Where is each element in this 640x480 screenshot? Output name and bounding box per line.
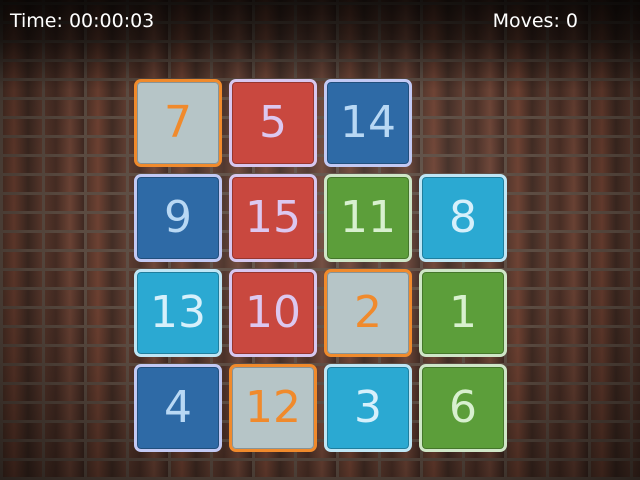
tile-14[interactable]: 14	[324, 79, 412, 167]
tile-3[interactable]: 3	[324, 364, 412, 452]
tile-7[interactable]: 7	[134, 79, 222, 167]
hud-bar: Time: 00:00:03 Moves: 0	[0, 0, 640, 44]
tile-1[interactable]: 1	[419, 269, 507, 357]
tile-number: 2	[354, 287, 382, 338]
tile-number: 11	[340, 192, 396, 243]
tile-number: 7	[164, 97, 192, 148]
tile-number: 1	[449, 287, 477, 338]
tile-number: 9	[164, 192, 192, 243]
tile-10[interactable]: 10	[229, 269, 317, 357]
tile-number: 6	[449, 382, 477, 433]
tile-12[interactable]: 12	[229, 364, 317, 452]
time-readout: Time: 00:00:03	[10, 10, 155, 32]
tile-number: 15	[245, 192, 301, 243]
tile-number: 13	[150, 287, 206, 338]
tile-11[interactable]: 11	[324, 174, 412, 262]
tile-number: 10	[245, 287, 301, 338]
tile-5[interactable]: 5	[229, 79, 317, 167]
tile-4[interactable]: 4	[134, 364, 222, 452]
tile-number: 12	[245, 382, 301, 433]
tile-number: 4	[164, 382, 192, 433]
tile-8[interactable]: 8	[419, 174, 507, 262]
tile-number: 14	[340, 97, 396, 148]
tile-number: 5	[259, 97, 287, 148]
tile-number: 8	[449, 192, 477, 243]
tile-number: 3	[354, 382, 382, 433]
tile-13[interactable]: 13	[134, 269, 222, 357]
tile-9[interactable]: 9	[134, 174, 222, 262]
puzzle-board: 7 5 14 9 15 11 8 13 10 2 1 4 12 3 6	[134, 79, 508, 453]
tile-2[interactable]: 2	[324, 269, 412, 357]
tile-15[interactable]: 15	[229, 174, 317, 262]
moves-counter: Moves: 0	[492, 10, 578, 32]
tile-6[interactable]: 6	[419, 364, 507, 452]
